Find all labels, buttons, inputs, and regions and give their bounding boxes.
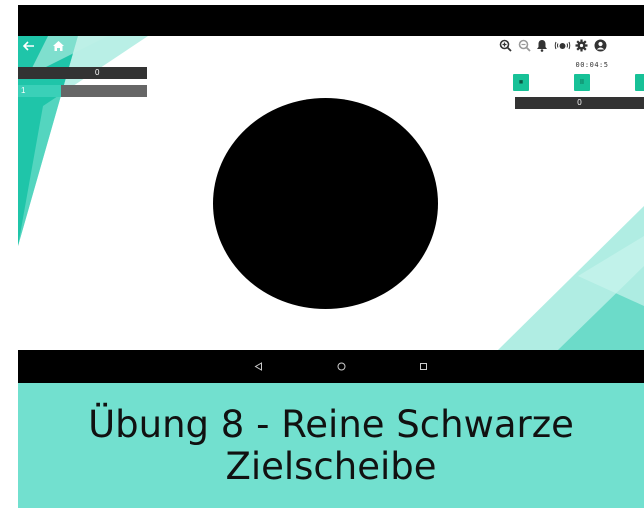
bell-button[interactable] (535, 38, 549, 52)
left-progress-bar: 1 (18, 85, 147, 97)
caption-banner: Übung 8 - Reine Schwarze Zielscheibe (18, 383, 644, 508)
left-score-label: 0 (95, 68, 100, 77)
next-button[interactable] (635, 74, 644, 91)
zoom-out-icon (518, 39, 531, 52)
stop-button[interactable]: ■ (513, 74, 529, 91)
caption-title: Übung 8 - Reine Schwarze Zielscheibe (88, 402, 574, 488)
device-frame: 0 1 00:04:5 ■ II 0 Übung 8 - Reine Schwa… (18, 5, 644, 508)
stop-icon: ■ (518, 79, 524, 86)
timer-display: 00:04:5 (575, 61, 609, 69)
black-target[interactable] (213, 98, 438, 309)
nav-recents-button[interactable] (416, 350, 430, 383)
pause-button[interactable]: II (574, 74, 590, 91)
vibration-icon (554, 41, 570, 49)
arrow-left-icon (23, 41, 34, 51)
android-nav-bar (18, 350, 644, 383)
square-recents-icon (419, 363, 427, 370)
zoom-in-button[interactable] (498, 38, 512, 52)
settings-button[interactable] (574, 38, 588, 52)
triangle-back-icon (254, 362, 262, 371)
exercise-screen: 0 1 00:04:5 ■ II 0 (18, 36, 644, 350)
home-icon (52, 41, 64, 51)
zoom-in-icon (499, 39, 512, 52)
pause-icon: II (580, 79, 584, 86)
nav-home-button[interactable] (334, 350, 348, 383)
circle-home-icon (337, 362, 345, 371)
bell-icon (537, 39, 547, 52)
right-score-label: 0 (577, 98, 582, 107)
nav-back-button[interactable] (251, 350, 265, 383)
user-icon (594, 39, 606, 51)
gear-icon (575, 39, 587, 51)
profile-button[interactable] (593, 38, 607, 52)
vibration-button[interactable] (553, 38, 571, 52)
left-progress-value: 1 (21, 86, 26, 95)
right-score-bar: 0 (515, 97, 644, 109)
zoom-out-button[interactable] (517, 38, 531, 52)
left-score-bar: 0 (18, 67, 147, 79)
home-button[interactable] (51, 39, 65, 53)
back-button[interactable] (22, 39, 36, 53)
status-bar (18, 5, 644, 36)
